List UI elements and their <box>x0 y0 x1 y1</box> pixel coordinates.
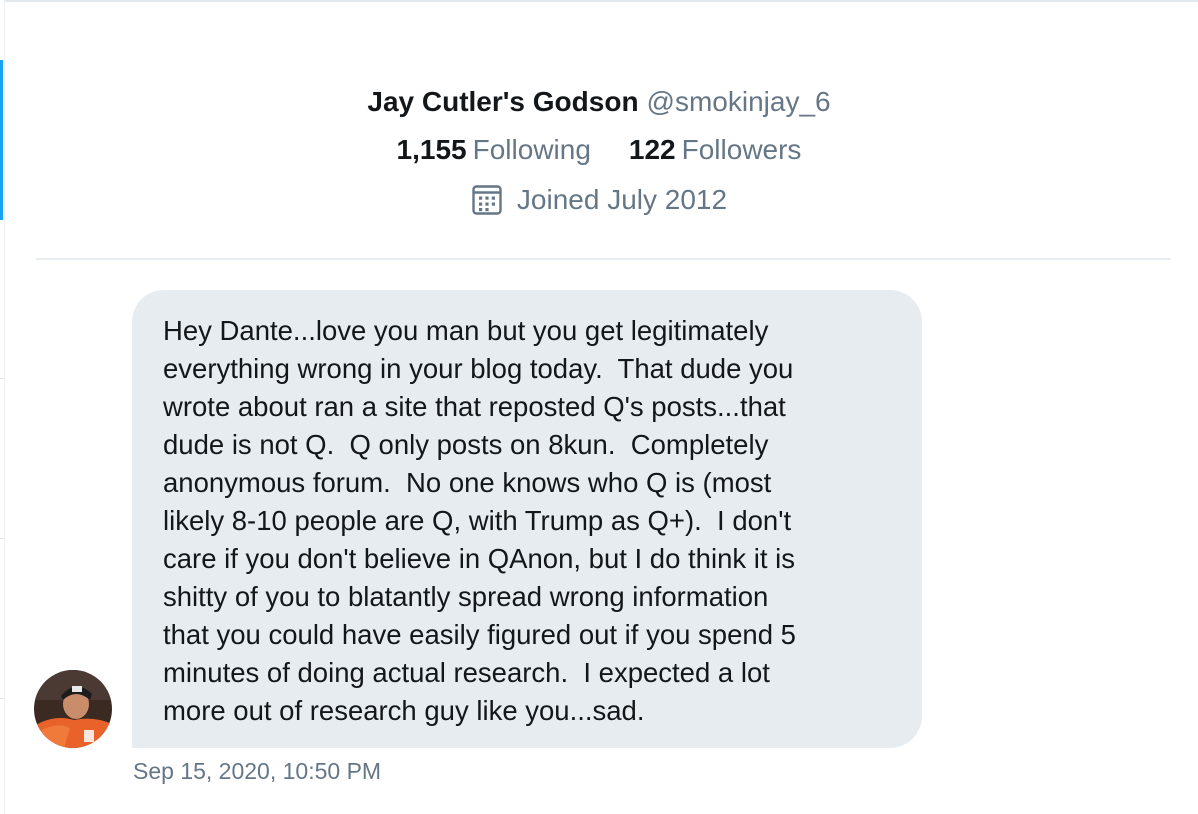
section-divider <box>36 258 1171 260</box>
calendar-icon <box>471 184 503 216</box>
user-handle[interactable]: @smokinjay_6 <box>647 86 831 117</box>
message-bubble[interactable]: Hey Dante...love you man but you get leg… <box>132 290 922 748</box>
following-label: Following <box>472 134 591 165</box>
message-timestamp: Sep 15, 2020, 10:50 PM <box>133 758 382 784</box>
profile-name-row[interactable]: Jay Cutler's Godson @smokinjay_6 <box>0 84 1198 120</box>
followers-label: Followers <box>681 134 802 165</box>
list-divider <box>0 698 5 699</box>
display-name[interactable]: Jay Cutler's Godson <box>367 86 638 117</box>
profile-stats: 1,155 Following 122 Followers <box>0 132 1198 168</box>
following-link[interactable]: 1,155 Following <box>397 134 591 165</box>
avatar[interactable] <box>34 670 112 748</box>
followers-link[interactable]: 122 Followers <box>629 134 802 165</box>
profile-header: Jay Cutler's Godson @smokinjay_6 1,155 Fol… <box>0 84 1198 218</box>
list-divider <box>0 538 5 539</box>
joined-text: Joined July 2012 <box>516 184 728 215</box>
following-count: 1,155 <box>396 134 467 165</box>
list-divider <box>0 378 5 379</box>
followers-count: 122 <box>628 134 676 165</box>
joined-date: Joined July 2012 <box>0 182 1198 218</box>
top-border <box>0 0 1198 2</box>
